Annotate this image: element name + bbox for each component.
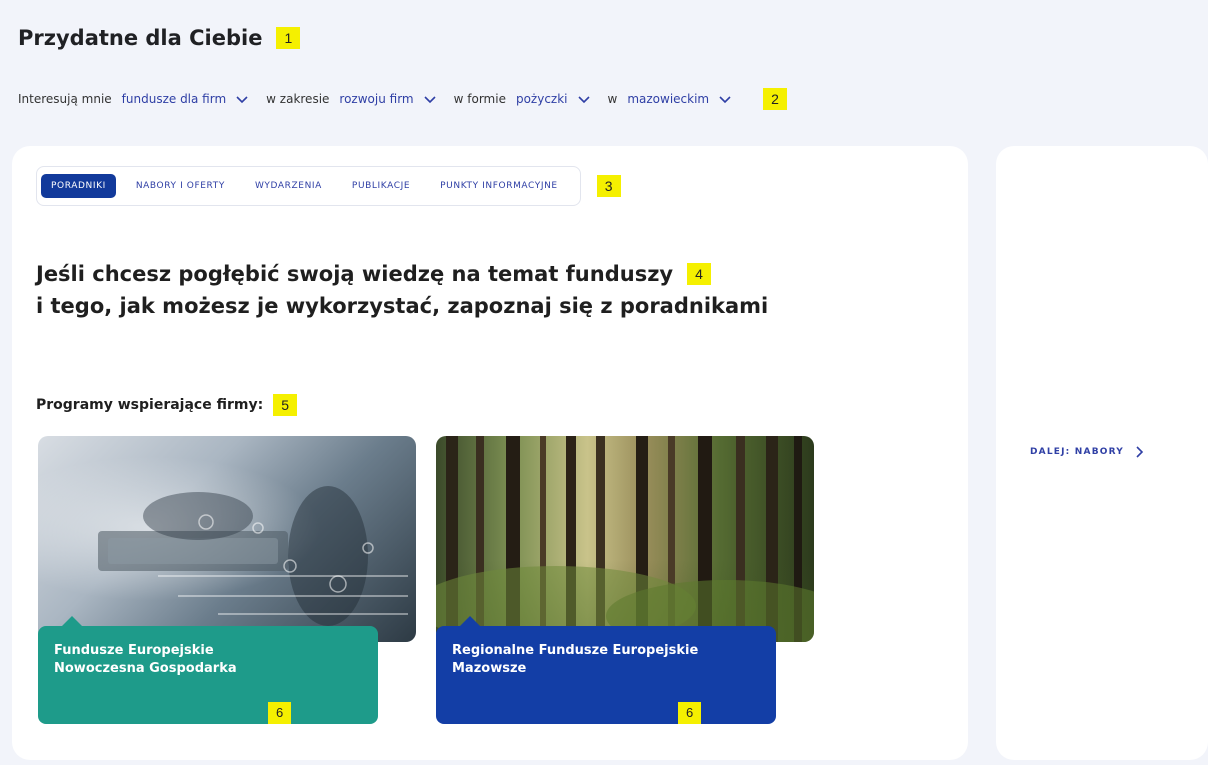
programs-heading: Programy wspierające firmy: 5 bbox=[36, 394, 297, 416]
annotation-marker-6: 6 bbox=[678, 702, 702, 724]
form-select[interactable]: pożyczki bbox=[516, 91, 592, 107]
program-caption: Fundusze Europejskie Nowoczesna Gospodar… bbox=[38, 616, 378, 724]
category-tabs: PORADNIKI NABORY I OFERTY WYDARZENIA PUB… bbox=[36, 166, 581, 206]
technology-photo bbox=[98, 486, 408, 626]
filter-scope-label: w zakresie bbox=[266, 92, 330, 106]
annotation-marker-5: 5 bbox=[273, 394, 297, 416]
funds-type-value: fundusze dla firm bbox=[121, 92, 227, 106]
program-title-line-2: Mazowsze bbox=[452, 661, 527, 676]
funds-type-select[interactable]: fundusze dla firm bbox=[122, 91, 251, 107]
program-image-forest bbox=[436, 436, 814, 642]
page: Przydatne dla Ciebie 1 Interesują mnie f… bbox=[0, 0, 1208, 765]
lead-heading: Jeśli chcesz pogłębić swoją wiedzę na te… bbox=[36, 258, 768, 322]
annotation-marker-3: 3 bbox=[596, 175, 621, 197]
form-value: pożyczki bbox=[515, 92, 568, 106]
page-title: Przydatne dla Ciebie 1 bbox=[18, 26, 301, 50]
program-title-line-2: Nowoczesna Gospodarka bbox=[54, 661, 237, 676]
scope-select[interactable]: rozwoju firm bbox=[339, 91, 437, 107]
program-image-technology bbox=[38, 436, 416, 642]
chevron-down-icon bbox=[719, 96, 731, 104]
chevron-down-icon bbox=[424, 96, 436, 104]
tab-punkty-informacyjne[interactable]: PUNKTY INFORMACYJNE bbox=[430, 174, 568, 198]
filter-region-label: w bbox=[607, 92, 618, 106]
filter-prefix: Interesują mnie bbox=[18, 92, 112, 106]
program-card-rfe-mazowsze[interactable]: Regionalne Fundusze Europejskie Mazowsze… bbox=[436, 436, 814, 726]
chevron-right-icon bbox=[1136, 446, 1144, 458]
lead-line-2: i tego, jak możesz je wykorzystać, zapoz… bbox=[36, 294, 769, 318]
side-panel: DALEJ: NABORY bbox=[996, 146, 1208, 760]
filter-form-label: w formie bbox=[453, 92, 506, 106]
region-select[interactable]: mazowieckim bbox=[627, 91, 733, 107]
program-caption: Regionalne Fundusze Europejskie Mazowsze… bbox=[436, 616, 776, 724]
tab-publikacje[interactable]: PUBLIKACJE bbox=[342, 174, 420, 198]
annotation-marker-4: 4 bbox=[687, 263, 711, 285]
program-title-line-1: Regionalne Fundusze Europejskie bbox=[452, 643, 699, 658]
tab-poradniki[interactable]: PORADNIKI bbox=[41, 174, 116, 198]
chevron-down-icon bbox=[577, 96, 590, 104]
annotation-marker-6: 6 bbox=[268, 702, 292, 724]
tabs-row: PORADNIKI NABORY I OFERTY WYDARZENIA PUB… bbox=[36, 166, 621, 206]
forest-photo bbox=[436, 436, 814, 642]
content-card: PORADNIKI NABORY I OFERTY WYDARZENIA PUB… bbox=[12, 146, 968, 760]
tab-wydarzenia[interactable]: WYDARZENIA bbox=[245, 174, 332, 198]
scope-value: rozwoju firm bbox=[339, 92, 414, 106]
annotation-marker-1: 1 bbox=[276, 27, 301, 49]
filter-bar: Interesują mnie fundusze dla firm w zakr… bbox=[18, 88, 787, 110]
next-link-label: DALEJ: NABORY bbox=[1030, 447, 1124, 457]
region-value: mazowieckim bbox=[627, 92, 710, 106]
next-nabory-link[interactable]: DALEJ: NABORY bbox=[1030, 446, 1144, 458]
page-title-text: Przydatne dla Ciebie bbox=[18, 26, 263, 50]
lead-line-1-text: Jeśli chcesz pogłębić swoją wiedzę na te… bbox=[36, 262, 674, 286]
caption-notch bbox=[460, 616, 480, 626]
caption-notch bbox=[62, 616, 82, 626]
annotation-marker-2: 2 bbox=[763, 88, 787, 110]
program-title-line-1: Fundusze Europejskie bbox=[54, 643, 214, 658]
tab-nabory-i-oferty[interactable]: NABORY I OFERTY bbox=[126, 174, 235, 198]
chevron-down-icon bbox=[236, 96, 248, 104]
program-card-fe-nowoczesna-gospodarka[interactable]: Fundusze Europejskie Nowoczesna Gospodar… bbox=[38, 436, 416, 726]
lead-line-1: Jeśli chcesz pogłębić swoją wiedzę na te… bbox=[36, 258, 768, 290]
programs-heading-text: Programy wspierające firmy: bbox=[36, 397, 264, 413]
